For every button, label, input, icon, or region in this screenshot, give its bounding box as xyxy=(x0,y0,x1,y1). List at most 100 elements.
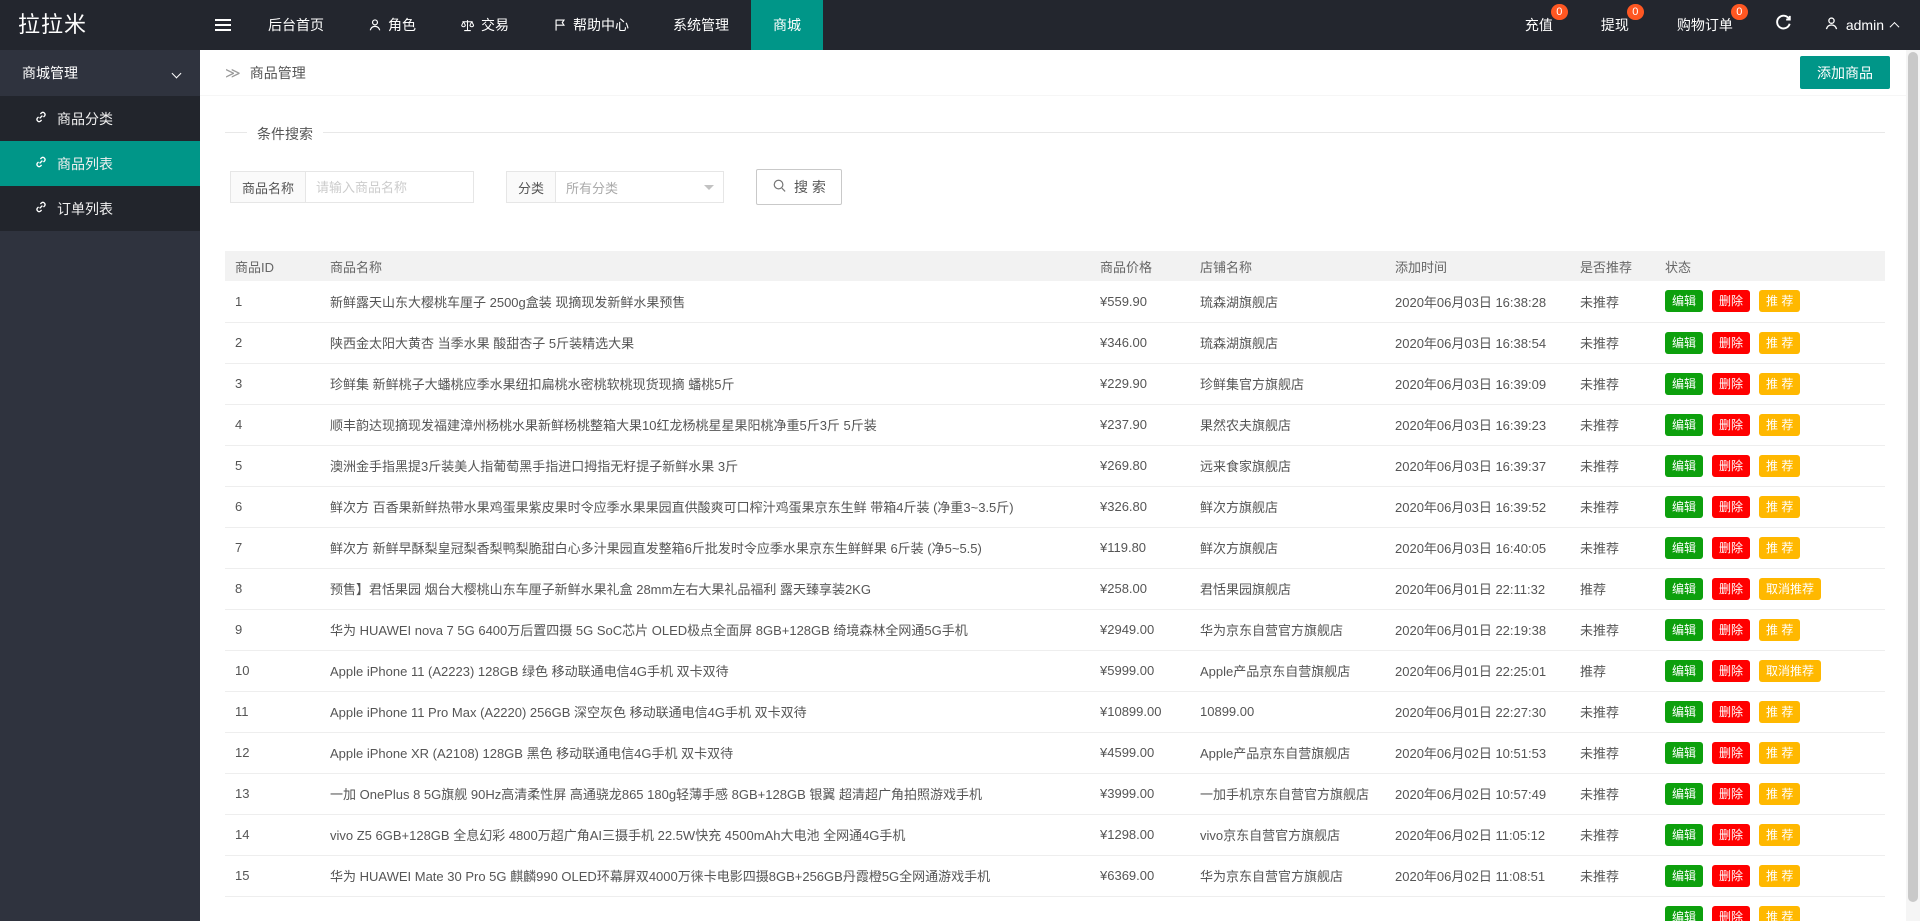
delete-button[interactable]: 删除 xyxy=(1712,701,1750,723)
cancel-recommend-button[interactable]: 取消推荐 xyxy=(1759,578,1821,600)
id-cell: 3 xyxy=(225,363,320,404)
edit-button[interactable]: 编辑 xyxy=(1665,824,1703,846)
product-table-wrap: 商品ID商品名称商品价格店铺名称添加时间是否推荐状态 1新鲜露天山东大樱桃车厘子… xyxy=(225,251,1885,921)
delete-button[interactable]: 删除 xyxy=(1712,742,1750,764)
edit-button[interactable]: 编辑 xyxy=(1665,742,1703,764)
table-row: 6鲜次方 百香果新鲜热带水果鸡蛋果紫皮果时令应季水果果园直供酸爽可口榨汁鸡蛋果京… xyxy=(225,486,1885,527)
category-select[interactable]: 所有分类 xyxy=(556,171,724,203)
sidebar-item-product-category[interactable]: 商品分类 xyxy=(0,96,200,141)
topnav-home[interactable]: 后台首页 xyxy=(246,0,346,50)
delete-button[interactable]: 删除 xyxy=(1712,373,1750,395)
recommend-button[interactable]: 推 荐 xyxy=(1759,373,1800,395)
edit-button[interactable]: 编辑 xyxy=(1665,496,1703,518)
delete-button[interactable]: 删除 xyxy=(1712,619,1750,641)
price-cell: ¥326.80 xyxy=(1090,486,1190,527)
recommend-button[interactable]: 推 荐 xyxy=(1759,619,1800,641)
recommend-button[interactable]: 推 荐 xyxy=(1759,742,1800,764)
delete-button[interactable]: 删除 xyxy=(1712,332,1750,354)
recommend-button[interactable]: 推 荐 xyxy=(1759,455,1800,477)
delete-button[interactable]: 删除 xyxy=(1712,783,1750,805)
product-name-cell: 华为 HUAWEI nova 7 5G 6400万后置四摄 5G SoC芯片 O… xyxy=(320,609,1090,650)
recommend-button[interactable]: 推 荐 xyxy=(1759,824,1800,846)
shortcut-recharge[interactable]: 充值0 xyxy=(1501,0,1577,50)
edit-button[interactable]: 编辑 xyxy=(1665,906,1703,921)
recommend-button[interactable]: 推 荐 xyxy=(1759,865,1800,887)
delete-button[interactable]: 删除 xyxy=(1712,455,1750,477)
sidebar-item-product-list[interactable]: 商品列表 xyxy=(0,141,200,186)
id-cell: 7 xyxy=(225,527,320,568)
product-name-cell: 新鲜露天山东大樱桃车厘子 2500g盒装 现摘现发新鲜水果预售 xyxy=(320,281,1090,322)
refresh-button[interactable] xyxy=(1757,0,1810,50)
recommend-button[interactable]: 推 荐 xyxy=(1759,414,1800,436)
delete-button[interactable]: 删除 xyxy=(1712,537,1750,559)
recommend-cell: 未推荐 xyxy=(1570,691,1655,732)
time-cell: 2020年06月02日 11:05:12 xyxy=(1385,814,1570,855)
time-cell: 2020年06月02日 11:08:51 xyxy=(1385,855,1570,896)
recommend-button[interactable]: 推 荐 xyxy=(1759,496,1800,518)
time-cell: 2020年06月03日 16:39:52 xyxy=(1385,486,1570,527)
edit-button[interactable]: 编辑 xyxy=(1665,455,1703,477)
delete-button[interactable]: 删除 xyxy=(1712,865,1750,887)
product-name-cell: Apple iPhone XR (A2108) 128GB 黑色 移动联通电信4… xyxy=(320,732,1090,773)
recommend-button[interactable]: 推 荐 xyxy=(1759,332,1800,354)
topnav-help-center[interactable]: 帮助中心 xyxy=(531,0,651,50)
topnav-mall[interactable]: 商城 xyxy=(751,0,823,50)
product-name-input[interactable] xyxy=(306,171,474,203)
flag-icon xyxy=(553,18,567,32)
add-product-button[interactable]: 添加商品 xyxy=(1800,56,1890,89)
edit-button[interactable]: 编辑 xyxy=(1665,373,1703,395)
recommend-button[interactable]: 推 荐 xyxy=(1759,906,1800,921)
select-arrow-icon xyxy=(704,185,714,195)
search-icon xyxy=(772,178,787,196)
topnav-trade[interactable]: 交易 xyxy=(438,0,531,50)
id-cell: 8 xyxy=(225,568,320,609)
user-menu[interactable]: admin xyxy=(1810,0,1920,50)
edit-button[interactable]: 编辑 xyxy=(1665,332,1703,354)
delete-button[interactable]: 删除 xyxy=(1712,290,1750,312)
search-form: 商品名称 分类 所有分类 搜 索 xyxy=(230,169,1920,205)
column-header: 商品价格 xyxy=(1090,251,1190,281)
time-cell: 2020年06月03日 16:39:37 xyxy=(1385,445,1570,486)
recommend-button[interactable]: 推 荐 xyxy=(1759,701,1800,723)
shortcut-withdraw[interactable]: 提现0 xyxy=(1577,0,1653,50)
recommend-button[interactable]: 推 荐 xyxy=(1759,537,1800,559)
delete-button[interactable]: 删除 xyxy=(1712,414,1750,436)
breadcrumb-icon: ≫ xyxy=(225,64,241,82)
sidebar-item-order-list[interactable]: 订单列表 xyxy=(0,186,200,231)
id-cell: 6 xyxy=(225,486,320,527)
table-row: 7鲜次方 新鲜早酥梨皇冠梨香梨鸭梨脆甜白心多汁果园直发整箱6斤批发时令应季水果京… xyxy=(225,527,1885,568)
shortcut-shop-orders[interactable]: 购物订单0 xyxy=(1653,0,1757,50)
delete-button[interactable]: 删除 xyxy=(1712,496,1750,518)
price-cell: ¥10899.00 xyxy=(1090,691,1190,732)
price-cell: ¥4599.00 xyxy=(1090,732,1190,773)
edit-button[interactable]: 编辑 xyxy=(1665,414,1703,436)
delete-button[interactable]: 删除 xyxy=(1712,824,1750,846)
edit-button[interactable]: 编辑 xyxy=(1665,578,1703,600)
edit-button[interactable]: 编辑 xyxy=(1665,783,1703,805)
search-button-label: 搜 索 xyxy=(794,177,826,197)
edit-button[interactable]: 编辑 xyxy=(1665,290,1703,312)
delete-button[interactable]: 删除 xyxy=(1712,660,1750,682)
product-name-cell: 鲜次方 新鲜早酥梨皇冠梨香梨鸭梨脆甜白心多汁果园直发整箱6斤批发时令应季水果京东… xyxy=(320,527,1090,568)
delete-button[interactable]: 删除 xyxy=(1712,578,1750,600)
column-header: 商品名称 xyxy=(320,251,1090,281)
sidebar-group-mall-management[interactable]: 商城管理 xyxy=(0,50,200,96)
cancel-recommend-button[interactable]: 取消推荐 xyxy=(1759,660,1821,682)
edit-button[interactable]: 编辑 xyxy=(1665,619,1703,641)
scrollbar[interactable] xyxy=(1906,50,1920,921)
table-row: 9华为 HUAWEI nova 7 5G 6400万后置四摄 5G SoC芯片 … xyxy=(225,609,1885,650)
edit-button[interactable]: 编辑 xyxy=(1665,701,1703,723)
topnav-system[interactable]: 系统管理 xyxy=(651,0,751,50)
menu-toggle-icon[interactable] xyxy=(200,0,246,50)
recommend-button[interactable]: 推 荐 xyxy=(1759,290,1800,312)
topnav-roles[interactable]: 角色 xyxy=(346,0,438,50)
delete-button[interactable]: 删除 xyxy=(1712,906,1750,921)
recommend-button[interactable]: 推 荐 xyxy=(1759,783,1800,805)
edit-button[interactable]: 编辑 xyxy=(1665,865,1703,887)
edit-button[interactable]: 编辑 xyxy=(1665,537,1703,559)
actions-cell: 编辑删除推 荐 xyxy=(1655,896,1885,921)
edit-button[interactable]: 编辑 xyxy=(1665,660,1703,682)
scrollbar-thumb[interactable] xyxy=(1908,52,1918,902)
search-button[interactable]: 搜 索 xyxy=(756,169,842,205)
topbar-right: 充值0提现0购物订单0 admin xyxy=(1501,0,1920,50)
